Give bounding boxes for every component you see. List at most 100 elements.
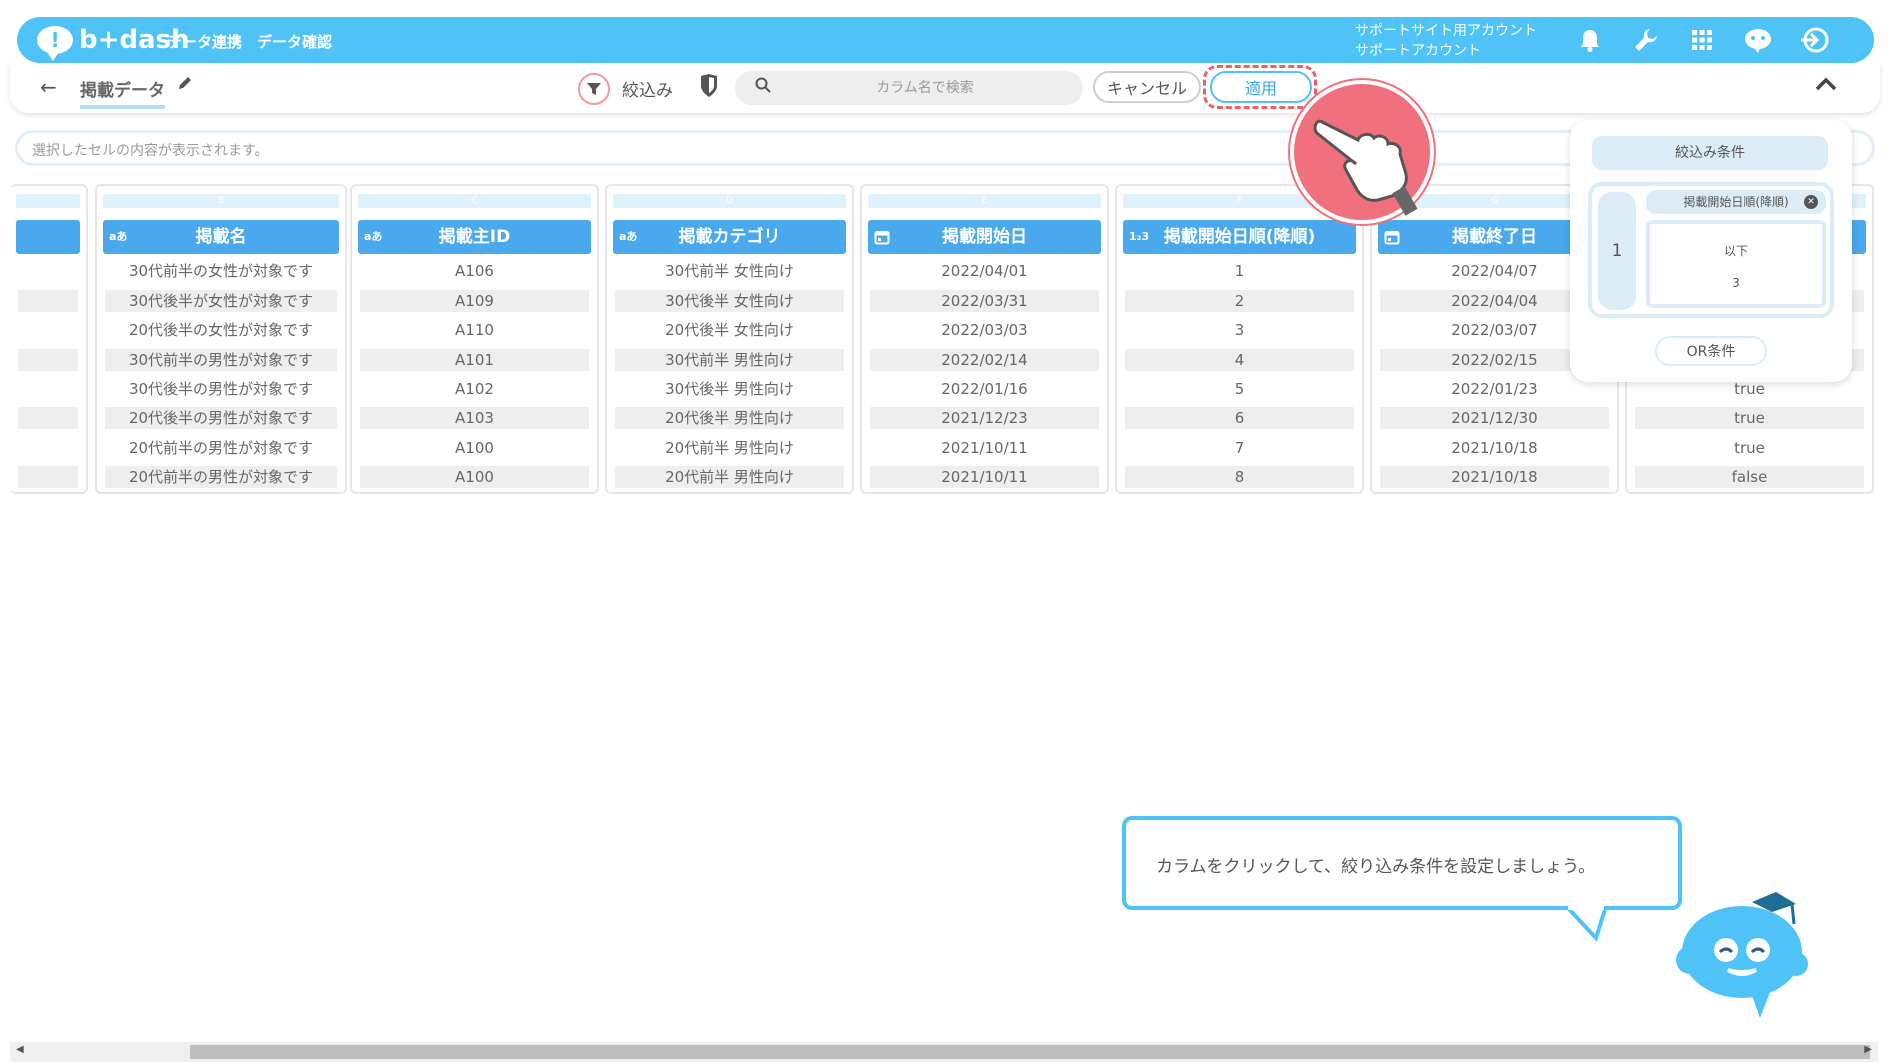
filter-operator: 以下	[1723, 244, 1748, 258]
grid-cell[interactable]: 2021/12/30	[1380, 407, 1609, 429]
column-header[interactable]: 掲載開始日	[868, 220, 1101, 254]
filter-label[interactable]: 絞込み	[622, 76, 673, 101]
grid-cell[interactable]	[18, 378, 78, 400]
scroll-thumb[interactable]	[190, 1045, 1870, 1059]
remove-condition-icon[interactable]: ✕	[1804, 195, 1818, 209]
grid-cell[interactable]	[18, 437, 78, 459]
grid-cell[interactable]: 2022/03/31	[870, 290, 1099, 312]
grid-cell[interactable]	[18, 319, 78, 341]
filter-condition-box[interactable]: 以下 3	[1646, 220, 1826, 308]
grid-cell[interactable]: 2	[1125, 290, 1354, 312]
pointer-hand-icon	[1290, 80, 1434, 224]
account-line2: サポートアカウント	[1355, 43, 1481, 59]
grid-cell[interactable]: 20代前半 男性向け	[615, 466, 844, 488]
column-header[interactable]	[16, 220, 80, 254]
grid-cell[interactable]: 2021/10/11	[870, 437, 1099, 459]
grid-cell[interactable]: 2021/12/23	[870, 407, 1099, 429]
grid-cell[interactable]: A103	[360, 407, 589, 429]
scroll-right-icon[interactable]: ▶	[1864, 1044, 1872, 1055]
grid-column-f[interactable]: F 1₂3 掲載開始日順(降順) 1 2 3 4 5 6 7 8	[1115, 184, 1364, 494]
grid-cell[interactable]: A106	[360, 260, 589, 282]
search-input[interactable]	[785, 76, 1065, 100]
chevron-up-icon[interactable]	[1814, 73, 1838, 98]
grid-cell[interactable]: 20代前半 男性向け	[615, 437, 844, 459]
grid-cell[interactable]: A100	[360, 437, 589, 459]
grid-cell[interactable]: A102	[360, 378, 589, 400]
grid-cell[interactable]: 7	[1125, 437, 1354, 459]
grid-cell[interactable]: 6	[1125, 407, 1354, 429]
grid-cell[interactable]: false	[1635, 466, 1864, 488]
grid-cell[interactable]: 30代前半 女性向け	[615, 260, 844, 282]
horizontal-scrollbar[interactable]: ◀ ▶	[10, 1042, 1878, 1062]
grid-cell[interactable]: 1	[1125, 260, 1354, 282]
or-condition-button[interactable]: OR条件	[1655, 336, 1767, 366]
grid-cell[interactable]: A110	[360, 319, 589, 341]
grid-cell[interactable]	[18, 260, 78, 282]
grid-cell[interactable]: A100	[360, 466, 589, 488]
grid-cell[interactable]	[18, 466, 78, 488]
calendar-icon	[874, 220, 890, 259]
grid-cell[interactable]: 30代後半 男性向け	[615, 378, 844, 400]
grid-cell[interactable]: 20代後半の女性が対象です	[105, 319, 337, 341]
grid-cell[interactable]: 20代後半 男性向け	[615, 407, 844, 429]
wrench-icon[interactable]	[1631, 25, 1661, 55]
grid-cell[interactable]: 2022/01/16	[870, 378, 1099, 400]
mascot-icon[interactable]	[1743, 25, 1773, 55]
grid-cell[interactable]: 4	[1125, 349, 1354, 371]
grid-cell[interactable]: 2022/03/03	[870, 319, 1099, 341]
grid-cell[interactable]: 3	[1125, 319, 1354, 341]
grid-cell[interactable]: 2022/01/23	[1380, 378, 1609, 400]
grid-cell[interactable]: 30代前半 男性向け	[615, 349, 844, 371]
grid-cell[interactable]: 2022/04/01	[870, 260, 1099, 282]
scroll-left-icon[interactable]: ◀	[16, 1044, 24, 1055]
account-info[interactable]: サポートサイト用アカウント サポートアカウント	[1355, 21, 1537, 61]
grid-cell[interactable]: 8	[1125, 466, 1354, 488]
number-type-icon: 1₂3	[1129, 230, 1150, 243]
grid-cell[interactable]	[18, 349, 78, 371]
column-header-label: 掲載名	[195, 227, 247, 247]
cancel-button[interactable]: キャンセル	[1093, 71, 1201, 103]
grid-cell[interactable]: 30代後半の男性が対象です	[105, 378, 337, 400]
column-header[interactable]: aあ 掲載主ID	[358, 220, 591, 254]
filter-column-chip[interactable]: 掲載開始日順(降順) ✕	[1646, 190, 1826, 214]
back-arrow-icon[interactable]: ←	[40, 75, 57, 99]
grid-cell[interactable]: 2022/02/14	[870, 349, 1099, 371]
grid-cell[interactable]: true	[1635, 407, 1864, 429]
grid-cell[interactable]: 30代前半の男性が対象です	[105, 349, 337, 371]
text-type-icon: aあ	[109, 230, 128, 243]
grid-column-b[interactable]: Baあ 掲載名 30代前半の女性が対象です 30代後半が女性が対象です 20代後半の女性…	[95, 184, 347, 494]
grid-cell[interactable]: 20代後半の男性が対象です	[105, 407, 337, 429]
column-header[interactable]: aあ 掲載名	[103, 220, 339, 254]
toolbar: ← 掲載データ 絞込み キャンセル 適用	[10, 63, 1880, 113]
edit-title-icon[interactable]	[177, 75, 193, 96]
nav-data-check[interactable]: データ確認	[257, 31, 332, 52]
shield-icon[interactable]	[698, 73, 720, 101]
grid-column-d[interactable]: Daあ 掲載カテゴリ 30代前半 女性向け 30代後半 女性向け 20代後半 女性向け 3…	[605, 184, 854, 494]
grid-icon[interactable]	[1687, 25, 1717, 55]
logout-icon[interactable]	[1799, 25, 1829, 55]
grid-cell[interactable]: 20代前半の男性が対象です	[105, 437, 337, 459]
grid-cell[interactable]: 2021/10/11	[870, 466, 1099, 488]
grid-cell[interactable]: 20代前半の男性が対象です	[105, 466, 337, 488]
grid-cell[interactable]	[18, 290, 78, 312]
grid-cell[interactable]: 2021/10/18	[1380, 437, 1609, 459]
grid-column-partial[interactable]	[10, 184, 88, 494]
column-header[interactable]: aあ 掲載カテゴリ	[613, 220, 846, 254]
grid-cell[interactable]: A101	[360, 349, 589, 371]
grid-column-e[interactable]: E 掲載開始日 2022/04/01 2022/03/31 2022/03/03 2022…	[860, 184, 1109, 494]
filter-icon[interactable]	[578, 73, 610, 105]
grid-cell[interactable]: true	[1635, 437, 1864, 459]
grid-cell[interactable]: 2021/10/18	[1380, 466, 1609, 488]
grid-cell[interactable]: A109	[360, 290, 589, 312]
bell-icon[interactable]	[1575, 25, 1605, 55]
grid-cell[interactable]	[18, 407, 78, 429]
column-header-label: 掲載開始日順(降順)	[1163, 227, 1316, 247]
filter-group-number: 1	[1598, 192, 1636, 310]
grid-cell[interactable]: 20代後半 女性向け	[615, 319, 844, 341]
grid-cell[interactable]: 30代後半 女性向け	[615, 290, 844, 312]
nav-data-integration[interactable]: データ連携	[167, 31, 242, 52]
grid-column-c[interactable]: Caあ 掲載主ID A106 A109 A110 A101 A102 A103 A100 A100	[350, 184, 599, 494]
grid-cell[interactable]: 30代後半が女性が対象です	[105, 290, 337, 312]
grid-cell[interactable]: 5	[1125, 378, 1354, 400]
grid-cell[interactable]: 30代前半の女性が対象です	[105, 260, 337, 282]
